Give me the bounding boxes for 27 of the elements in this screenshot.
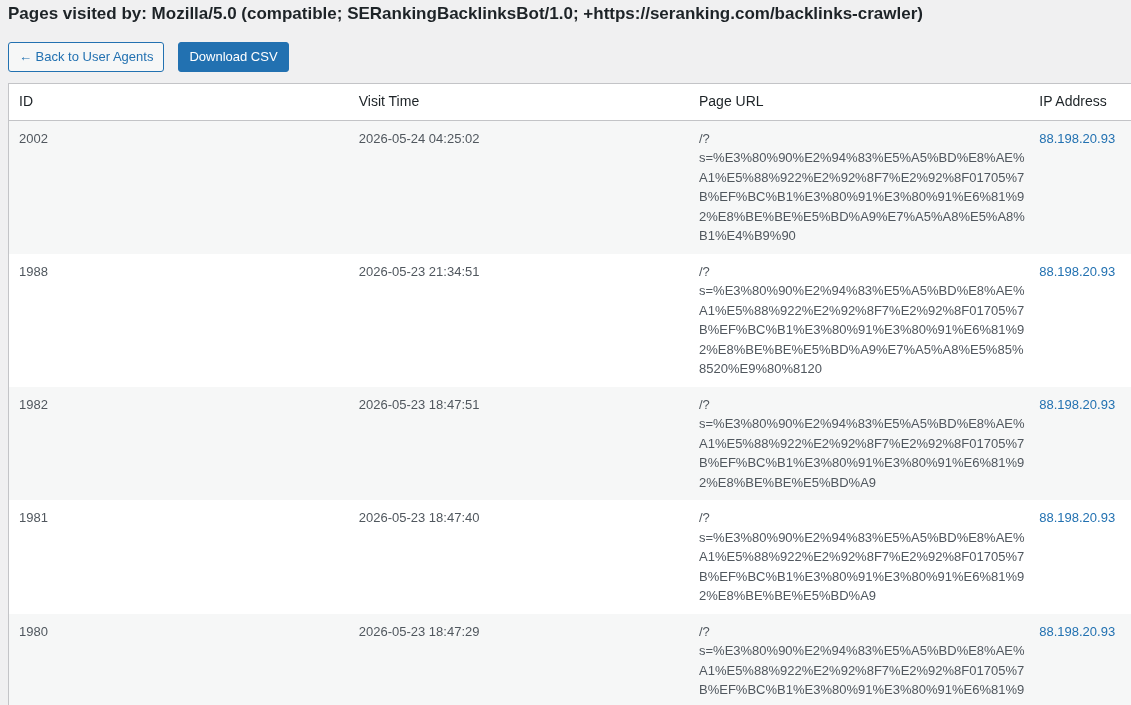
column-header: Page URL [689, 83, 1030, 120]
page-url-cell: /?s=%E3%80%90%E2%94%83%E5%A5%BD%E8%AE%A1%E5%88%922%E2%92%8F7%E2%92%8F01705%7B%EF%BC%B1%E3%80%91%E3%80%91%E6%81%92%E8%BE%BE%E5%BD%A9%E7%A5%A8%E5%85%8520%E9%80%8120 [689, 253, 1030, 387]
page-url-cell: /?s=%E3%80%90%E2%94%83%E5%A5%BD%E8%AE%A1%E5%88%922%E2%92%8F7%E2%92%8F01705%7B%EF%BC%B1%E3%80%91%E3%80%91%E6%81%92%E8%BE%BE%E5%BD%A9%E7%A5%A8%E5%A8%B1%E4%B9%90 [689, 120, 1030, 254]
ip-address-link[interactable]: 88.198.20.93 [1039, 130, 1116, 146]
id-cell: 1988 [8, 253, 349, 387]
ip-address-link[interactable]: 88.198.20.93 [1039, 623, 1116, 639]
visit-time-cell: 2026-05-23 18:47:29 [348, 613, 689, 705]
column-header: IP Address [1029, 83, 1131, 120]
page-url-cell: /?s=%E3%80%90%E2%94%83%E5%A5%BD%E8%AE%A1%E5%88%922%E2%92%8F7%E2%92%8F01705%7B%EF%BC%B1%E3%80%91%E3%80%91%E6%81%92%E8%BE%BE%E5%BD%A9 [689, 386, 1030, 500]
download-csv-button[interactable]: Download CSV [178, 42, 289, 72]
visit-time-cell: 2026-05-24 04:25:02 [348, 120, 689, 254]
page-title: Pages visited by: Mozilla/5.0 (compatible; SERankingBacklinksBot/1.0; +https://seranking.com/backlinks-crawler) [8, 3, 923, 25]
visit-time-cell: 2026-05-23 21:34:51 [348, 253, 689, 387]
ip-address-link[interactable]: 88.198.20.93 [1039, 263, 1116, 279]
id-cell: 1981 [8, 500, 349, 614]
id-cell: 1980 [8, 613, 349, 705]
id-cell: 2002 [8, 120, 349, 254]
visit-time-cell: 2026-05-23 18:47:51 [348, 386, 689, 500]
visit-time-cell: 2026-05-23 18:47:40 [348, 500, 689, 614]
column-header: ID [8, 83, 349, 120]
ip-address-link[interactable]: 88.198.20.93 [1039, 510, 1116, 525]
page-url-cell: /?s=%E3%80%90%E2%94%83%E5%A5%BD%E8%AE%A1%E5%88%922%E2%92%8F7%E2%92%8F01705%7B%EF%BC%B1%E3%80%91%E3%80%91%E6%81%92%E8%BE%BE%E5%BD%A9 [689, 500, 1030, 614]
back-button[interactable]: ← Back to User Agents [8, 42, 165, 72]
ip-address-link[interactable]: 88.198.20.93 [1039, 396, 1116, 412]
column-header: Visit Time [348, 83, 689, 120]
id-cell: 1982 [8, 386, 349, 500]
page-url-cell: /?s=%E3%80%90%E2%94%83%E5%A5%BD%E8%AE%A1%E5%88%922%E2%92%8F7%E2%92%8F01705%7B%EF%BC%B1%E3%80%91%E3%80%91%E6%81%9 [689, 613, 1030, 705]
